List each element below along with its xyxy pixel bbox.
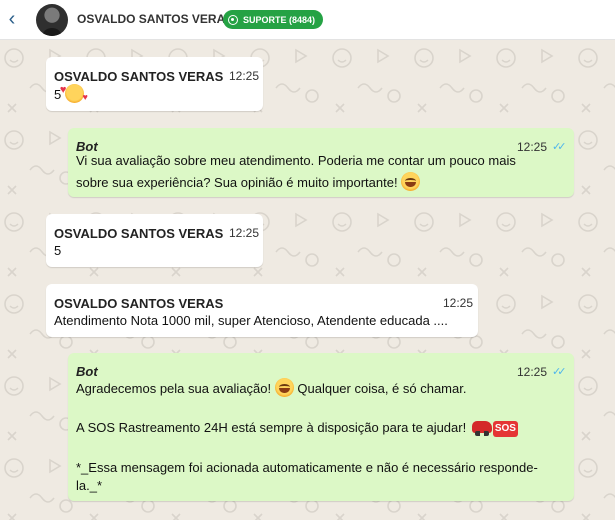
message-text-line: A SOS Rastreamento 24H está sempre à dis…: [76, 420, 518, 437]
smiling-face-icon: [401, 172, 421, 191]
sos-badge-icon: SOS: [492, 421, 518, 437]
message-time: 12:25: [443, 296, 474, 310]
message-text-line: Agradecemos pela sua avaliação! Qualquer…: [76, 378, 466, 400]
message-bubble-outgoing[interactable]: Bot 12:25 ✓✓ Agradecemos pela sua avalia…: [68, 353, 574, 501]
whatsapp-icon: [228, 14, 238, 25]
message-text: 5: [54, 79, 88, 108]
message-time: 12:25: [517, 140, 548, 154]
message-sender: OSVALDO SANTOS VERAS: [54, 226, 224, 241]
smiling-face-with-hearts-icon: [60, 79, 88, 108]
message-sender: OSVALDO SANTOS VERAS: [54, 69, 224, 84]
message-bubble-incoming[interactable]: OSVALDO SANTOS VERAS 12:25 5: [46, 214, 263, 267]
chat-header: ‹ OSVALDO SANTOS VERAS SUPORTE (8484): [0, 0, 615, 40]
message-bubble-incoming[interactable]: OSVALDO SANTOS VERAS 12:25 Atendimento N…: [46, 284, 478, 337]
support-badge[interactable]: SUPORTE (8484): [223, 10, 324, 29]
message-time: 12:25: [229, 69, 260, 83]
message-text-line: Vi sua avaliação sobre meu atendimento. …: [76, 153, 516, 168]
message-text-line: *_Essa mensagem foi acionada automaticam…: [76, 460, 538, 475]
contact-name[interactable]: OSVALDO SANTOS VERAS: [77, 12, 233, 26]
message-sender: Bot: [76, 364, 98, 379]
message-text: Atendimento Nota 1000 mil, super Atencio…: [54, 313, 448, 328]
message-bubble-incoming[interactable]: OSVALDO SANTOS VERAS 12:25 5: [46, 57, 263, 111]
avatar[interactable]: [36, 4, 68, 36]
car-icon: [471, 421, 492, 436]
message-text-line: la._*: [76, 478, 103, 493]
message-text-line: sobre sua experiência? Sua opinião é mui…: [76, 172, 421, 194]
message-time: 12:25: [229, 226, 260, 240]
message-text: 5: [54, 243, 62, 258]
message-time: 12:25: [517, 365, 548, 379]
support-badge-label: SUPORTE (8484): [243, 14, 316, 25]
chevron-left-icon[interactable]: ‹: [4, 8, 20, 30]
double-check-icon: ✓✓: [552, 366, 567, 378]
smiling-face-icon: [274, 378, 294, 397]
message-sender: OSVALDO SANTOS VERAS: [54, 296, 224, 311]
message-bubble-outgoing[interactable]: Bot 12:25 ✓✓ Vi sua avaliação sobre meu …: [68, 128, 574, 197]
chat-area[interactable]: OSVALDO SANTOS VERAS 12:25 5 Bot 12:25 ✓…: [0, 40, 615, 520]
double-check-icon: ✓✓: [552, 141, 567, 153]
